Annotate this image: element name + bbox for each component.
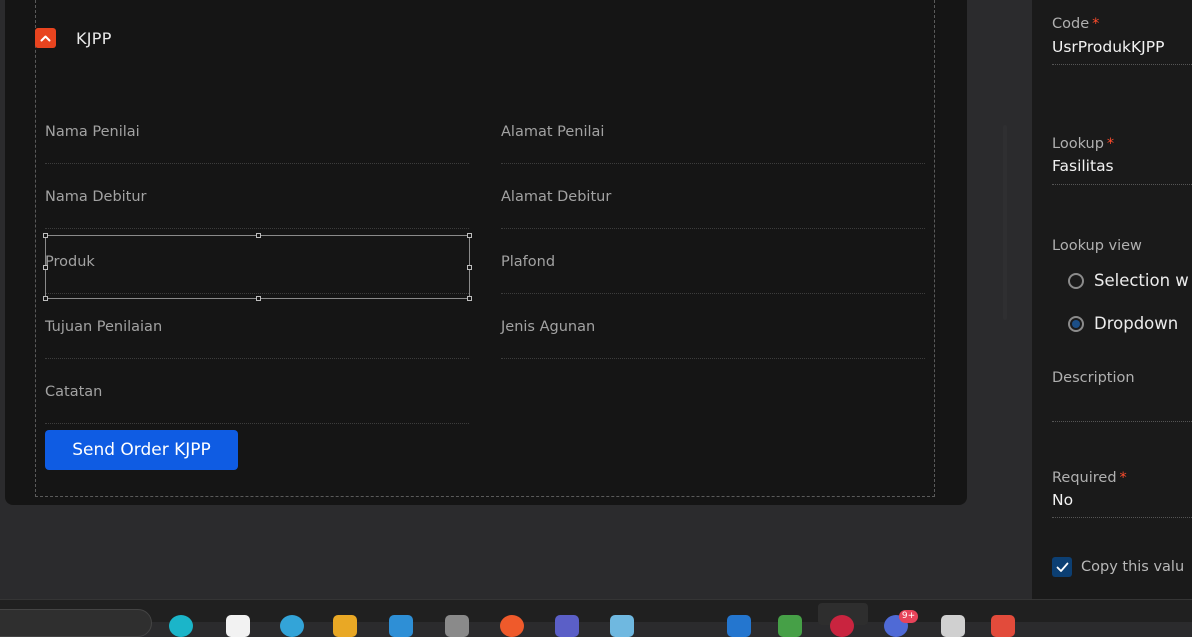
copy-value-checkbox-row[interactable]: Copy this valu — [1052, 557, 1184, 577]
app-icon[interactable] — [169, 615, 193, 637]
taskbar-search[interactable] — [0, 609, 152, 637]
app-icon[interactable] — [389, 615, 413, 637]
group-header[interactable]: KJPP — [35, 27, 112, 49]
app-icon[interactable] — [991, 615, 1015, 637]
field-label: Catatan — [45, 384, 103, 400]
code-underline — [1052, 64, 1192, 65]
field-alamat-debitur[interactable]: Alamat Debitur — [501, 164, 925, 229]
radio-button[interactable] — [1068, 272, 1084, 289]
taskbar: 9+ — [0, 599, 1192, 637]
field-catatan[interactable]: Catatan — [45, 359, 469, 424]
app-icon[interactable] — [226, 615, 250, 637]
lookup-view-label: Lookup view — [1052, 238, 1142, 254]
field-label: Nama Debitur — [45, 189, 147, 205]
code-value[interactable]: UsrProdukKJPP — [1052, 38, 1164, 56]
app-icon[interactable] — [830, 615, 854, 637]
code-label: Code * — [1052, 16, 1100, 32]
radio-label: Selection w — [1094, 271, 1189, 290]
required-value[interactable]: No — [1052, 491, 1073, 509]
field-label: Jenis Agunan — [501, 319, 596, 335]
group-title: KJPP — [76, 28, 112, 48]
lookup-label: Lookup * — [1052, 136, 1115, 152]
app-icon[interactable] — [610, 615, 634, 637]
radio-label: Dropdown — [1094, 314, 1179, 333]
properties-panel: Code * UsrProdukKJPP Lookup * Fasilitas Lo… — [1032, 0, 1192, 599]
collapse-group-button[interactable] — [35, 28, 56, 48]
field-produk[interactable]: Produk — [45, 229, 469, 294]
description-label: Description — [1052, 370, 1135, 386]
copy-value-label: Copy this valu — [1081, 559, 1185, 575]
field-label: Alamat Debitur — [501, 189, 612, 205]
description-underline — [1052, 421, 1192, 422]
field-label: Plafond — [501, 254, 556, 270]
field-label: Produk — [45, 254, 95, 270]
notification-badge: 9+ — [899, 610, 918, 623]
app-icon[interactable] — [445, 615, 469, 637]
field-label: Alamat Penilai — [501, 124, 605, 140]
field-plafond[interactable]: Plafond — [501, 229, 925, 294]
required-marker: * — [1119, 470, 1127, 486]
copy-value-checkbox[interactable] — [1052, 557, 1072, 577]
field-nama-penilai[interactable]: Nama Penilai — [45, 99, 469, 164]
field-label: Nama Penilai — [45, 124, 140, 140]
canvas-scrollbar[interactable] — [1003, 125, 1007, 320]
required-underline — [1052, 517, 1192, 518]
field-tujuan-penilaian[interactable]: Tujuan Penilaian — [45, 294, 469, 359]
checkmark-icon — [1056, 562, 1068, 572]
radio-button-checked[interactable] — [1068, 315, 1084, 332]
folder-icon[interactable] — [333, 615, 357, 637]
chevron-up-icon — [40, 35, 51, 42]
app-icon[interactable] — [941, 615, 965, 637]
browser-icon[interactable] — [280, 615, 304, 637]
field-jenis-agunan[interactable]: Jenis Agunan — [501, 294, 925, 359]
app-icon[interactable] — [555, 615, 579, 637]
app-icon[interactable] — [778, 615, 802, 637]
required-marker: * — [1106, 136, 1115, 152]
required-label: Required * — [1052, 470, 1127, 486]
lookup-view-option-selection[interactable]: Selection w — [1068, 271, 1189, 290]
lookup-value[interactable]: Fasilitas — [1052, 157, 1114, 175]
send-order-kjpp-button[interactable]: Send Order KJPP — [45, 430, 238, 470]
field-nama-debitur[interactable]: Nama Debitur — [45, 164, 469, 229]
field-label: Tujuan Penilaian — [45, 319, 163, 335]
app-icon[interactable] — [727, 615, 751, 637]
lookup-view-option-dropdown[interactable]: Dropdown — [1068, 314, 1178, 333]
app-icon[interactable] — [500, 615, 524, 637]
field-alamat-penilai[interactable]: Alamat Penilai — [501, 99, 925, 164]
required-marker: * — [1092, 16, 1100, 32]
lookup-underline — [1052, 184, 1192, 185]
